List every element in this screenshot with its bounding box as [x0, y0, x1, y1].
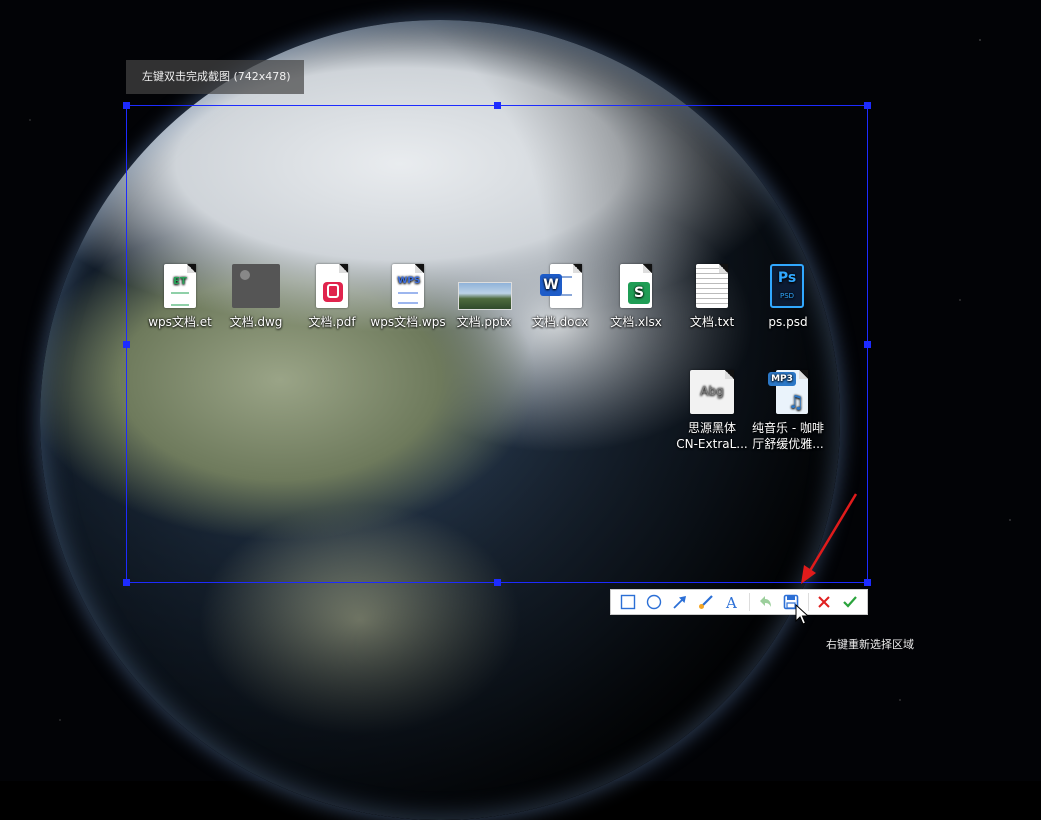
- text-tool-button[interactable]: A: [721, 591, 743, 613]
- screenshot-toolbar: A: [610, 589, 868, 615]
- reselect-hint: 右键重新选择区域: [826, 638, 914, 651]
- red-arrow-annotation: [801, 493, 858, 584]
- checkmark-icon: [843, 596, 857, 608]
- confirm-tool-button[interactable]: [839, 591, 861, 613]
- rectangle-tool-button[interactable]: [617, 591, 639, 613]
- toolbar-separator: [749, 593, 750, 611]
- rectangle-icon: [620, 594, 636, 610]
- cancel-tool-button[interactable]: [813, 591, 835, 613]
- text-icon: A: [725, 594, 737, 610]
- svg-text:A: A: [725, 594, 737, 610]
- mouse-cursor-icon: [795, 604, 809, 625]
- brush-tool-button[interactable]: [695, 591, 717, 613]
- ellipse-icon: [646, 594, 662, 610]
- arrow-icon: [673, 596, 686, 609]
- ellipse-tool-button[interactable]: [643, 591, 665, 613]
- undo-icon: [760, 596, 771, 607]
- undo-tool-button[interactable]: [754, 591, 776, 613]
- arrow-tool-button[interactable]: [669, 591, 691, 613]
- close-icon: [818, 596, 830, 608]
- brush-icon: [699, 595, 713, 609]
